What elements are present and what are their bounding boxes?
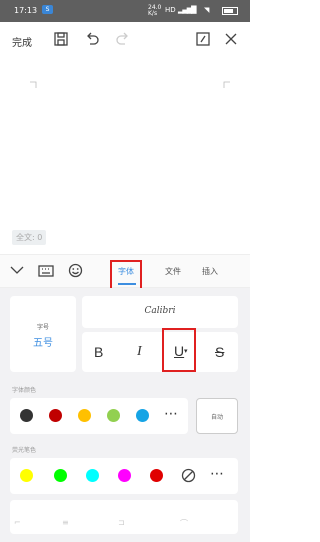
align-justify-icon[interactable]: ⌒ bbox=[180, 518, 188, 529]
tab-insert[interactable]: 插入 bbox=[202, 266, 218, 277]
signal-icon: ▂▄▆█ bbox=[178, 6, 197, 14]
font-size-card[interactable]: 字号 五号 bbox=[10, 296, 76, 372]
undo-icon[interactable] bbox=[85, 32, 99, 46]
color-swatch[interactable] bbox=[78, 409, 91, 422]
font-color-row: ⋯ bbox=[10, 398, 188, 434]
save-icon[interactable] bbox=[54, 32, 68, 46]
close-icon[interactable] bbox=[224, 32, 238, 46]
auto-color-button[interactable]: 自动 bbox=[196, 398, 238, 434]
highlight-row: ⋯ bbox=[10, 458, 238, 494]
color-swatch[interactable] bbox=[136, 409, 149, 422]
font-size-label: 字号 bbox=[36, 324, 49, 331]
done-button[interactable]: 完成 bbox=[12, 34, 32, 49]
paragraph-row: ⌐ ≡ ⊐ ⌒ bbox=[10, 500, 238, 534]
font-name: Calibri bbox=[144, 306, 176, 316]
color-swatch[interactable] bbox=[49, 409, 62, 422]
align-center-icon[interactable]: ≡ bbox=[62, 518, 69, 527]
page-icon[interactable] bbox=[196, 32, 210, 46]
highlight-swatch[interactable] bbox=[20, 469, 33, 482]
tab-file[interactable]: 文件 bbox=[165, 266, 181, 277]
active-tab-highlight-box bbox=[110, 260, 142, 290]
highlight-swatch[interactable] bbox=[86, 469, 99, 482]
font-size-value: 五号 bbox=[33, 338, 53, 349]
color-swatch[interactable] bbox=[20, 409, 33, 422]
chevron-down-icon[interactable] bbox=[10, 265, 24, 275]
highlight-swatch[interactable] bbox=[118, 469, 131, 482]
app-badge-icon: S bbox=[42, 5, 53, 14]
format-panel: 字号 五号 Calibri B I U ▾ S 字体颜色 ⋯ 自动 荧光笔色 ⋯… bbox=[0, 288, 250, 542]
color-swatch[interactable] bbox=[107, 409, 120, 422]
more-colors-button[interactable]: ⋯ bbox=[164, 406, 178, 422]
no-color-icon[interactable] bbox=[181, 468, 196, 483]
status-bar: 17:13 S 24.0 K/s HD ▂▄▆█ ◥ bbox=[0, 0, 250, 22]
keyboard-icon[interactable] bbox=[38, 264, 54, 277]
highlight-label: 荧光笔色 bbox=[12, 447, 37, 454]
highlight-swatch[interactable] bbox=[54, 469, 67, 482]
bold-button[interactable]: B bbox=[94, 344, 103, 360]
font-style-card: B I U ▾ S bbox=[82, 328, 238, 372]
word-count: 全文: 0 bbox=[12, 230, 47, 245]
battery-icon bbox=[222, 7, 238, 15]
font-color-label: 字体颜色 bbox=[12, 387, 37, 394]
align-left-icon[interactable]: ⌐ bbox=[14, 518, 21, 527]
redo-icon[interactable] bbox=[116, 32, 130, 46]
underline-highlight-box bbox=[162, 328, 196, 372]
strikethrough-button[interactable]: S bbox=[215, 344, 224, 360]
more-highlight-button[interactable]: ⋯ bbox=[210, 466, 224, 482]
net-speed: 24.0 K/s bbox=[148, 4, 162, 17]
document-editor[interactable] bbox=[0, 58, 250, 233]
status-time: 17:13 bbox=[14, 6, 38, 15]
align-right-icon[interactable]: ⊐ bbox=[118, 518, 125, 527]
top-toolbar: 完成 bbox=[0, 22, 250, 58]
emoji-icon[interactable] bbox=[68, 263, 83, 278]
italic-button[interactable]: I bbox=[137, 344, 142, 360]
wifi-icon: ◥ bbox=[204, 6, 210, 14]
highlight-swatch[interactable] bbox=[150, 469, 163, 482]
network-type: HD bbox=[165, 6, 176, 14]
auto-color-label: 自动 bbox=[210, 414, 223, 421]
page-corner-marks bbox=[30, 81, 230, 88]
font-name-card[interactable]: Calibri bbox=[82, 296, 238, 328]
